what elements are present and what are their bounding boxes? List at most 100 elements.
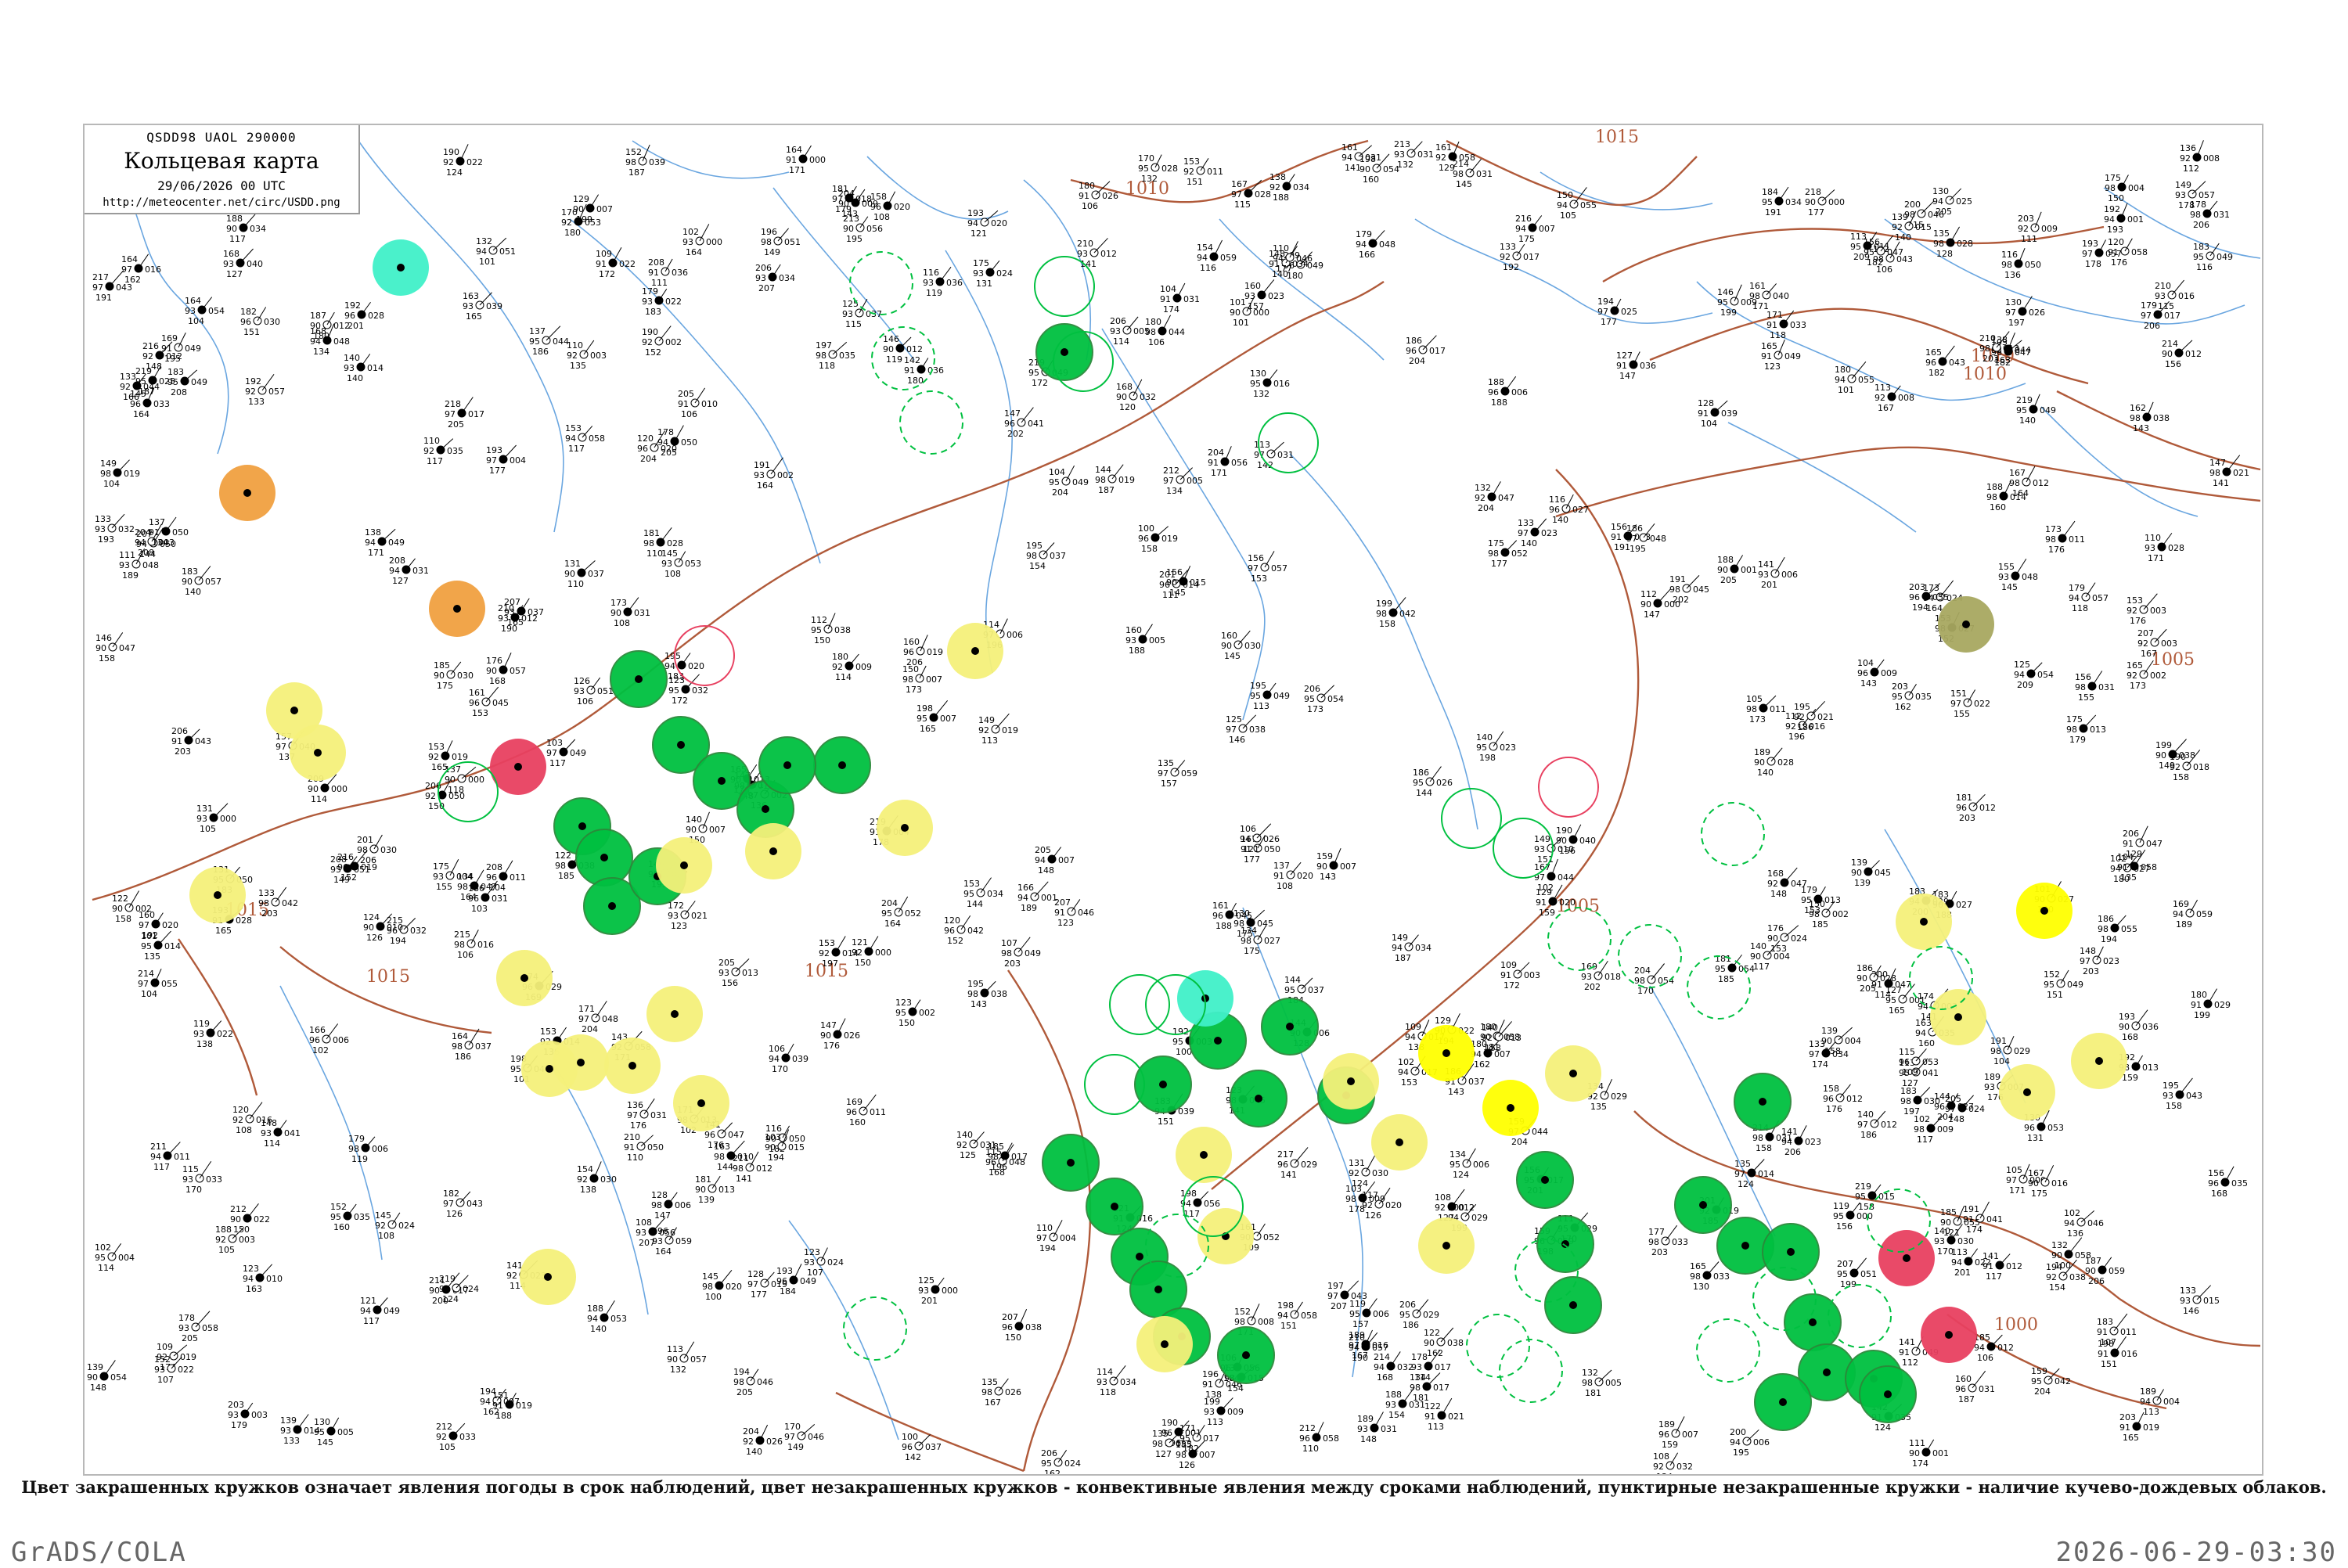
station-plot: 14994 034187 xyxy=(1392,933,1431,963)
station-dewpoint: 98 xyxy=(2009,478,2020,488)
station-marker xyxy=(397,264,405,272)
station-dewpoint: 90 xyxy=(2155,750,2166,761)
station-plot: 16596 043182 xyxy=(1925,345,1965,378)
station-plot: 13495 006124 xyxy=(1449,1148,1489,1180)
station-tendency: 031 xyxy=(492,894,508,904)
station-tendency: 029 xyxy=(2014,1046,2030,1056)
station-tendency: 043 xyxy=(195,736,211,746)
station-tendency: 004 xyxy=(2163,1397,2180,1407)
station-temperature: 135 xyxy=(1590,1102,1607,1112)
station-plot: 18890 034117 xyxy=(226,214,266,244)
station-dewpoint: 94 xyxy=(967,218,978,228)
station-pressure: 116 xyxy=(923,268,939,278)
station-pressure: 154 xyxy=(1197,243,1213,253)
station-plot: 14790 026176 xyxy=(820,1018,860,1051)
station-pressure: 137 xyxy=(1273,861,1290,871)
station-dewpoint: 98 xyxy=(1145,327,1156,337)
station-dewpoint: 93 xyxy=(1110,326,1121,336)
station-plot: 17398 011176 xyxy=(2045,520,2085,555)
station-dewpoint: 92 xyxy=(215,1235,226,1245)
station-temperature: 109 xyxy=(1902,1067,1918,1077)
station-pressure: 162 xyxy=(2130,403,2146,413)
station-pressure: 206 xyxy=(1304,684,1320,694)
station-temperature: 143 xyxy=(971,999,987,1009)
station-pressure: 207 xyxy=(2137,628,2154,638)
station-tendency: 012 xyxy=(333,321,350,331)
station-pressure: 186 xyxy=(1406,336,1422,346)
station-pressure: 186 xyxy=(1856,963,1873,973)
station-dewpoint: 92 xyxy=(2127,671,2137,681)
station-dewpoint: 93 xyxy=(228,1410,239,1420)
station-dewpoint: 95 xyxy=(1349,1309,1360,1319)
station-pressure: 180 xyxy=(2191,990,2207,1000)
station-tendency: 058 xyxy=(1301,1311,1317,1321)
station-pressure: 160 xyxy=(1955,1374,1972,1384)
station-plot: 21694 007175 xyxy=(1515,214,1555,244)
station-dewpoint: 96 xyxy=(1138,534,1149,544)
station-pressure: 116 xyxy=(1549,494,1565,505)
cumulonimbus-circle xyxy=(843,1296,907,1361)
station-dewpoint: 98 xyxy=(643,538,654,548)
station-pressure: 206 xyxy=(171,726,188,736)
station-temperature: 139 xyxy=(1854,878,1871,888)
station-tendency: 019 xyxy=(124,469,140,479)
map-url[interactable]: http://meteocenter.net/circ/USDD.png xyxy=(85,196,358,209)
station-dewpoint: 96 xyxy=(1925,358,1936,368)
station-dewpoint: 96 xyxy=(344,311,355,321)
station-temperature: 164 xyxy=(686,247,702,257)
station-pressure: 153 xyxy=(565,423,582,433)
station-temperature: 110 xyxy=(627,1153,643,1163)
station-tendency: 005 xyxy=(1187,476,1203,486)
station-pressure: 216 xyxy=(142,341,159,351)
station-tendency: 016 xyxy=(2121,1349,2137,1359)
station-pressure: 124 xyxy=(363,912,380,922)
station-temperature: 160 xyxy=(1990,502,2006,512)
station-plot: 18495 034191 xyxy=(1762,186,1802,218)
station-temperature: 170 xyxy=(772,1064,788,1074)
station-temperature: 153 xyxy=(1251,574,1267,584)
station-tendency: 028 xyxy=(1957,239,1973,249)
station-plot: 18094 055101 xyxy=(1835,361,1874,395)
station-temperature: 148 xyxy=(1948,1114,1964,1124)
station-dewpoint: 93 xyxy=(280,1426,291,1436)
station-pressure: 133 xyxy=(95,514,111,524)
station-tendency: 032 xyxy=(1676,1462,1693,1472)
station-pressure: 101 xyxy=(1230,297,1246,307)
station-dewpoint: 97 xyxy=(138,979,149,989)
station-plot: 18896 006188 xyxy=(1488,376,1528,408)
station-temperature: 112 xyxy=(2183,164,2199,174)
station-tendency: 019 xyxy=(1118,475,1135,485)
station-pressure: 195 xyxy=(2163,1081,2179,1091)
station-tendency: 026 xyxy=(1436,778,1453,788)
station-dewpoint: 92 xyxy=(561,218,572,228)
station-dewpoint: 98 xyxy=(1376,609,1387,619)
station-temperature: 185 xyxy=(1718,974,1734,984)
station-temperature: 119 xyxy=(351,1154,368,1164)
station-plot: 18894 053140 xyxy=(587,1300,627,1334)
station-tendency: 043 xyxy=(2186,1091,2202,1101)
station-temperature: 177 xyxy=(1244,854,1260,865)
station-pressure: 156 xyxy=(2075,672,2091,682)
station-dewpoint: 98 xyxy=(1648,1237,1659,1247)
station-dewpoint: 98 xyxy=(2098,924,2109,934)
station-plot: 21292 033105 xyxy=(436,1422,476,1452)
station-tendency: 052 xyxy=(1511,548,1528,559)
station-tendency: 013 xyxy=(718,1185,735,1195)
station-tendency: 007 xyxy=(1340,861,1356,872)
station-temperature: 100 xyxy=(705,1292,722,1302)
station-pressure: 217 xyxy=(92,272,109,282)
station-plot: 17598 013179 xyxy=(2066,714,2106,745)
station-temperature: 133 xyxy=(283,1436,300,1446)
station-dewpoint: 93 xyxy=(1984,1082,1995,1092)
station-temperature: 154 xyxy=(1029,561,1046,571)
station-temperature: 173 xyxy=(906,685,922,695)
footer-timestamp: 2026-06-29-03:30 xyxy=(2055,1537,2337,1568)
station-tendency: 017 xyxy=(1433,1383,1449,1393)
station-plot: 10397 049117 xyxy=(546,738,586,768)
station-dewpoint: 93 xyxy=(1998,572,2009,582)
station-temperature: 198 xyxy=(1479,753,1496,763)
station-pressure: 193 xyxy=(967,208,984,218)
station-plot: 17798 033203 xyxy=(1648,1225,1688,1257)
station-plot: 20695 024162 xyxy=(1041,1448,1081,1474)
station-tendency: 012 xyxy=(2006,1261,2022,1271)
